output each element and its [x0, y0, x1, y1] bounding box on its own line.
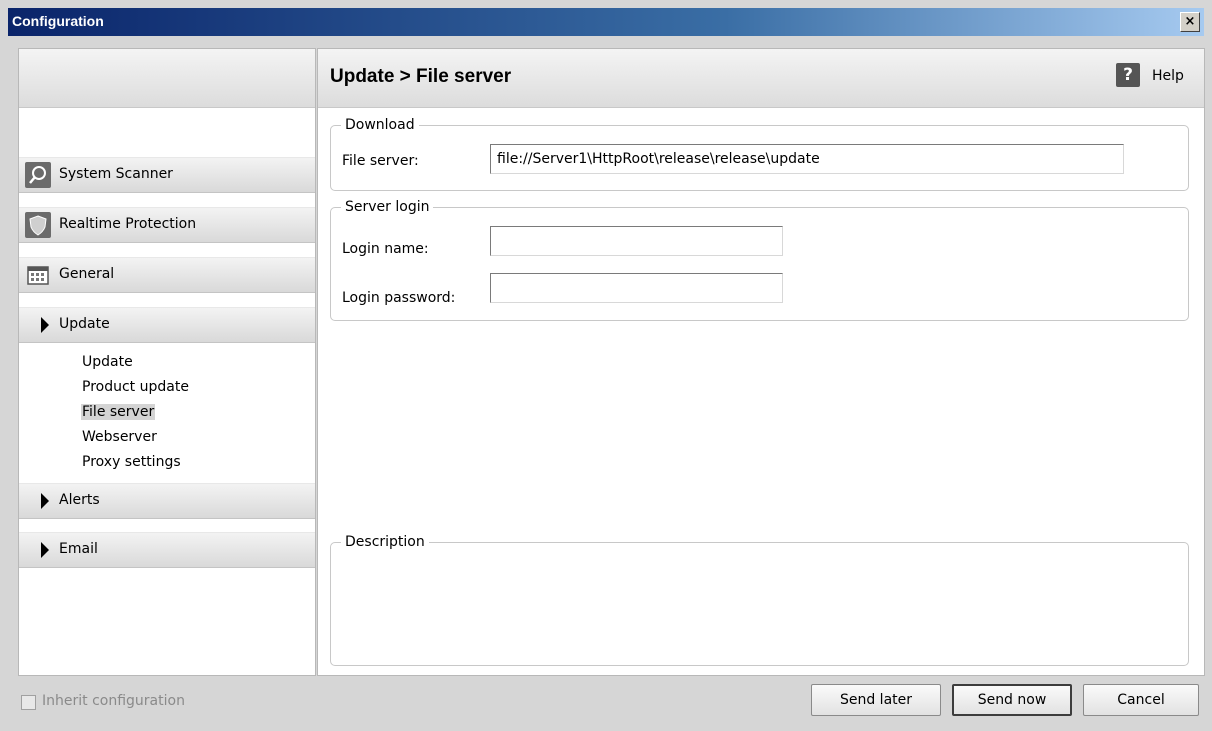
nav-item-system-scanner[interactable]: System Scanner — [19, 157, 315, 193]
question-icon[interactable]: ? — [1116, 63, 1140, 87]
send-later-button[interactable]: Send later — [811, 684, 941, 716]
login-password-input[interactable] — [490, 273, 783, 303]
nav-item-label: Alerts — [59, 492, 100, 508]
nav-item-label: General — [59, 266, 115, 282]
nav-item-label: Email — [59, 541, 98, 557]
nav-item-realtime-protection[interactable]: Realtime Protection — [19, 207, 315, 243]
send-now-button[interactable]: Send now — [952, 684, 1072, 716]
search-icon — [25, 162, 51, 188]
subitem-update[interactable]: Update — [81, 354, 134, 370]
window-title: Configuration — [12, 13, 104, 29]
shield-icon — [25, 212, 51, 238]
arrow-right-icon — [41, 542, 49, 558]
download-legend: Download — [345, 117, 415, 133]
nav-item-alerts[interactable]: Alerts — [19, 483, 315, 519]
content-pane: Update > File server ? Help Download Fil… — [317, 48, 1205, 676]
calendar-icon — [25, 262, 51, 288]
description-legend: Description — [345, 534, 425, 550]
nav-item-update[interactable]: Update — [19, 307, 315, 343]
server-login-legend: Server login — [345, 199, 430, 215]
login-name-label: Login name: — [342, 241, 429, 257]
cancel-button[interactable]: Cancel — [1083, 684, 1199, 716]
nav-item-label: System Scanner — [59, 166, 173, 182]
description-group: Description — [330, 534, 1189, 666]
title-bar: Configuration × — [8, 8, 1204, 36]
inherit-configuration-label: Inherit configuration — [42, 693, 185, 709]
content-header: Update > File server ? Help — [318, 49, 1204, 108]
file-server-input[interactable]: file://Server1\HttpRoot\release\release\… — [490, 144, 1124, 174]
help-link[interactable]: Help — [1152, 68, 1184, 84]
file-server-label: File server: — [342, 153, 419, 169]
nav-item-general[interactable]: General — [19, 257, 315, 293]
arrow-right-icon — [41, 493, 49, 509]
close-button[interactable]: × — [1180, 12, 1200, 32]
configuration-window: Configuration × System Scanner Realtime … — [0, 0, 1212, 731]
subitem-product-update[interactable]: Product update — [81, 379, 190, 395]
subitem-proxy-settings[interactable]: Proxy settings — [81, 454, 182, 470]
navigation-pane: System Scanner Realtime Protection Gener… — [18, 48, 316, 676]
subitem-webserver[interactable]: Webserver — [81, 429, 158, 445]
arrow-right-icon — [41, 317, 49, 333]
page-title: Update > File server — [330, 66, 512, 87]
nav-item-label: Update — [59, 316, 110, 332]
nav-item-email[interactable]: Email — [19, 532, 315, 568]
nav-item-label: Realtime Protection — [59, 216, 197, 232]
navigation-header — [19, 49, 315, 108]
login-password-label: Login password: — [342, 290, 456, 306]
client-area: System Scanner Realtime Protection Gener… — [8, 36, 1205, 723]
inherit-configuration-checkbox[interactable] — [21, 695, 36, 710]
subitem-file-server[interactable]: File server — [81, 404, 156, 420]
login-name-input[interactable] — [490, 226, 783, 256]
